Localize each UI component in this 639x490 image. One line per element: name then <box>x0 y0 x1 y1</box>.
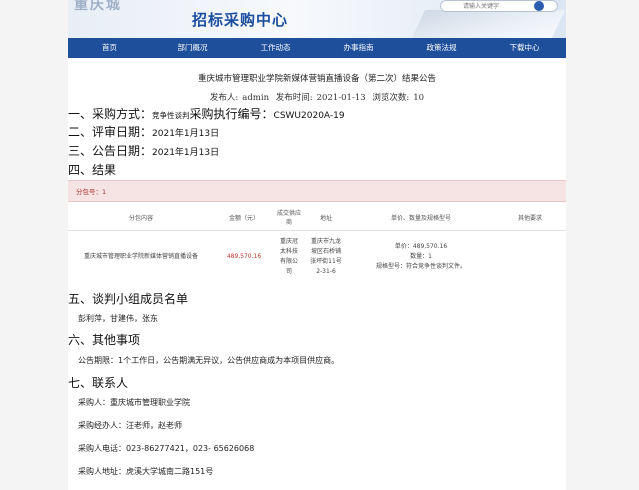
spec-line: 数量：1 <box>410 253 432 260</box>
panel-members: 彭利萍，甘建伟，张东 <box>78 314 158 323</box>
cell-address: 重庆市九龙 坡区石桥铺 张坪街11号 2-31-6 <box>304 231 348 284</box>
col-header: 其他要求 <box>494 204 566 231</box>
nav-item-news[interactable]: 工作动态 <box>234 38 317 58</box>
procurement-code: CSWU2020A-19 <box>273 111 345 121</box>
section-announce-date: 三、公告日期：2021年1月13日 <box>68 142 219 159</box>
views-label: 浏览次数: <box>372 93 410 103</box>
spec-line: 单价：489,570.16 <box>394 243 448 250</box>
contact-phone: 采购人电话：023-86277421，023- 65626068 <box>78 444 255 453</box>
contact-address: 采购人地址：虎溪大学城南二路151号 <box>78 467 214 476</box>
nav-item-guide[interactable]: 办事指南 <box>317 38 400 58</box>
col-header: 地址 <box>304 204 348 231</box>
cell-supplier: 重庆冠 太科技 有限公 司 <box>274 231 304 284</box>
section-heading: 三、公告日期： <box>68 144 153 158</box>
article-meta: 发布人: admin 发布时间: 2021-01-13 浏览次数: 10 <box>68 91 566 103</box>
announce-date: 2021年1月13日 <box>152 148 220 158</box>
article-title: 重庆城市管理职业学院新媒体营销直播设备（第二次）结果公告 <box>197 74 436 84</box>
code-label: 采购执行编号： <box>189 107 274 121</box>
section-contact-heading: 七、联系人 <box>68 376 129 390</box>
address-line: 坡区石桥铺 <box>310 248 341 255</box>
section-review-date: 二、评审日期：2021年1月13日 <box>68 123 219 140</box>
section-heading: 二、评审日期： <box>68 125 153 139</box>
section-panel-heading: 五、谈判小组成员名单 <box>68 292 189 306</box>
banner-watermark: 重庆城 <box>74 0 122 13</box>
col-header: 金额（元） <box>214 204 274 231</box>
site-banner: 重庆城 招标采购中心 请输入关键字 <box>68 0 566 38</box>
spec-line: 规格型号：符合竞争性谈判文件。 <box>375 263 466 270</box>
cell-other <box>494 231 566 284</box>
nav-item-overview[interactable]: 部门概况 <box>151 38 234 58</box>
contact-buyer: 采购人：重庆城市管理职业学院 <box>78 398 190 407</box>
cell-content: 重庆城市管理职业学院新媒体营销直播设备 <box>83 253 198 260</box>
contact-handler: 采购经办人：汪老师，赵老师 <box>78 421 182 430</box>
section-procurement-method: 一、采购方式：竞争性谈判采购执行编号：CSWU2020A-19 <box>68 105 345 122</box>
procurement-method: 竞争性谈判 <box>152 111 190 120</box>
supplier-line: 有限公 <box>279 258 298 265</box>
view-count: 10 <box>413 93 425 103</box>
col-header: 单价、数量及规格型号 <box>348 204 494 231</box>
keyboard-image <box>411 10 565 38</box>
address-line: 重庆市九龙 <box>310 238 341 245</box>
other-notice: 公告期限：1个工作日，公告期满无异议，公告供应商成为本项目供应商。 <box>78 356 340 365</box>
search-icon[interactable] <box>534 1 544 11</box>
site-title: 招标采购中心 <box>192 11 289 29</box>
package-bar: 分包号：1 <box>68 180 566 202</box>
result-table: 分包内容 金额（元） 成交供应商 地址 单价、数量及规格型号 其他要求 重庆城市… <box>68 204 566 283</box>
review-date: 2021年1月13日 <box>152 129 220 139</box>
cell-spec: 单价：489,570.16 数量：1 规格型号：符合竞争性谈判文件。 <box>348 231 494 284</box>
supplier-line: 司 <box>285 268 292 275</box>
address-line: 2-31-6 <box>316 268 336 275</box>
table-row: 重庆城市管理职业学院新媒体营销直播设备 489,570.16 重庆冠 太科技 有… <box>68 231 566 284</box>
supplier-line: 重庆冠 <box>279 238 298 245</box>
col-header: 分包内容 <box>68 204 214 231</box>
publish-time: 2021-01-13 <box>316 93 366 103</box>
section-result-heading: 四、结果 <box>68 163 117 177</box>
publisher-label: 发布人: <box>209 93 239 103</box>
publisher: admin <box>242 93 270 103</box>
main-nav: 首页 部门概况 工作动态 办事指南 政策法规 下载中心 <box>68 38 566 58</box>
section-heading: 一、采购方式： <box>68 107 153 121</box>
nav-item-home[interactable]: 首页 <box>68 38 151 58</box>
address-line: 张坪街11号 <box>310 258 342 265</box>
time-label: 发布时间: <box>275 93 313 103</box>
table-header-row: 分包内容 金额（元） 成交供应商 地址 单价、数量及规格型号 其他要求 <box>68 204 566 231</box>
nav-item-policy[interactable]: 政策法规 <box>400 38 483 58</box>
cell-amount: 489,570.16 <box>226 253 262 260</box>
section-other-heading: 六、其他事项 <box>68 333 141 347</box>
col-header: 成交供应商 <box>274 204 304 231</box>
nav-item-download[interactable]: 下载中心 <box>483 38 566 58</box>
supplier-line: 太科技 <box>279 248 298 255</box>
